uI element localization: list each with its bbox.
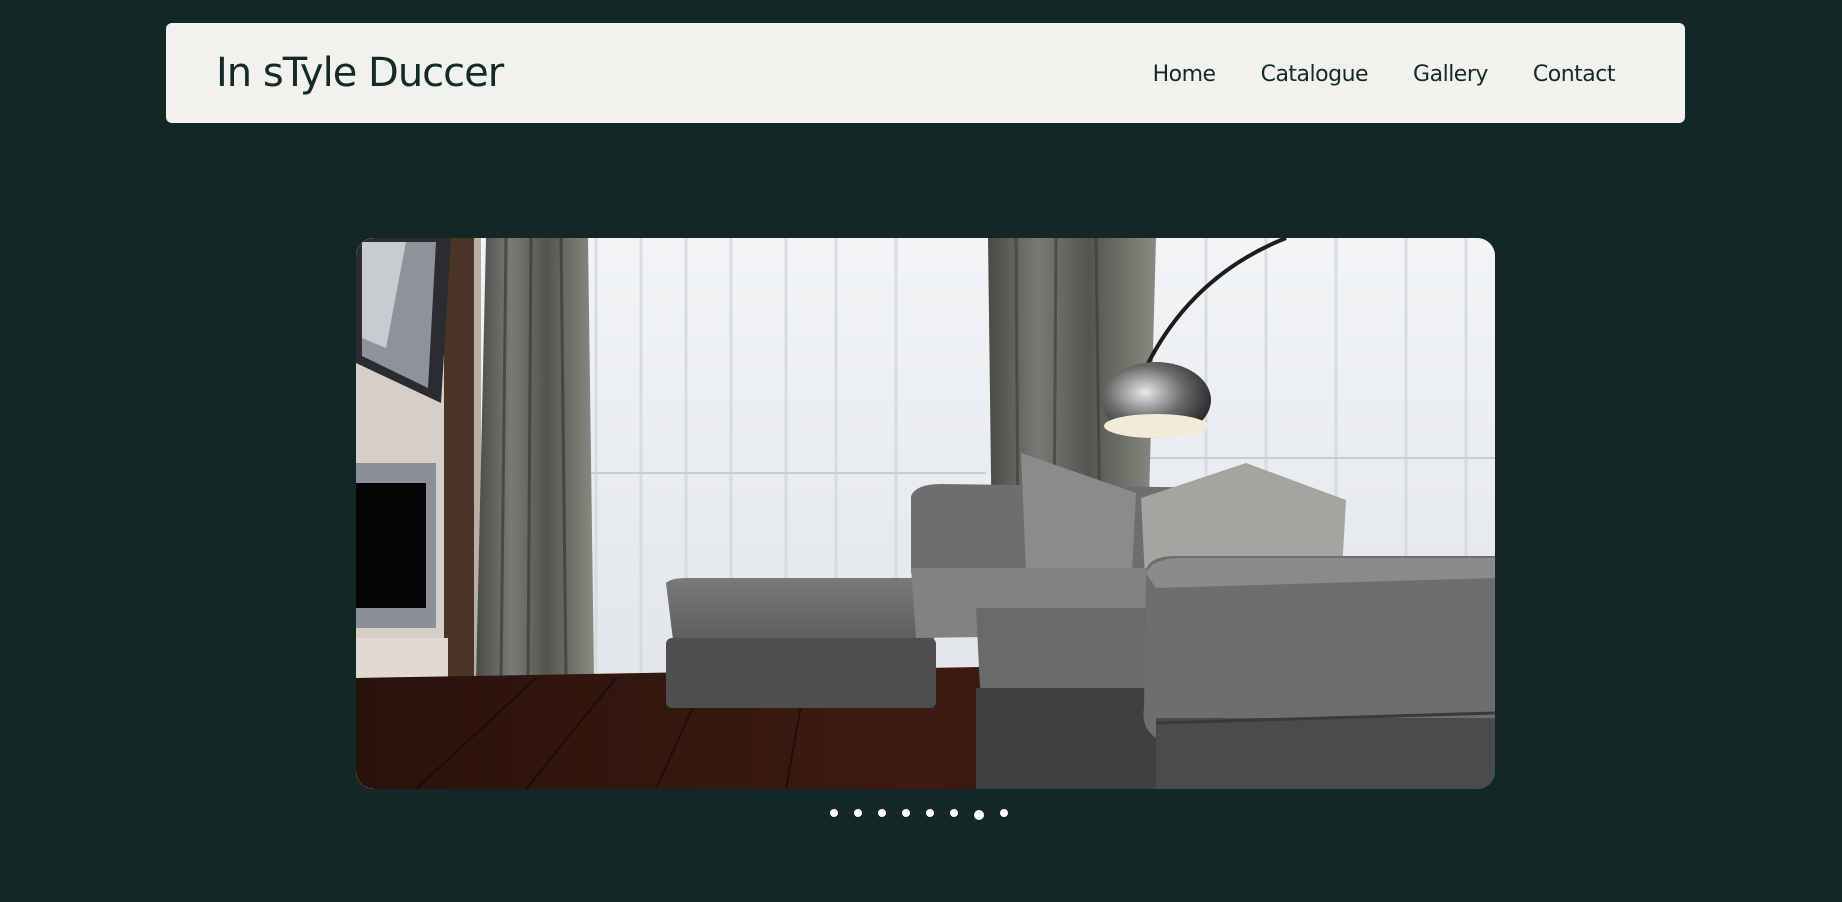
- slider-dot-1[interactable]: [830, 809, 838, 817]
- nav-link-gallery[interactable]: Gallery: [1413, 62, 1488, 87]
- image-slider[interactable]: [356, 238, 1495, 789]
- slider-dot-4[interactable]: [902, 809, 910, 817]
- slider-dot-3[interactable]: [878, 809, 886, 817]
- nav-link-home[interactable]: Home: [1153, 62, 1216, 87]
- slider-dot-2[interactable]: [854, 809, 862, 817]
- nav-link-contact[interactable]: Contact: [1533, 62, 1616, 87]
- nav-link-catalogue[interactable]: Catalogue: [1261, 62, 1369, 87]
- slider-pagination: [830, 806, 1008, 820]
- brand-logo-text[interactable]: In sTyle Duccer: [216, 50, 504, 96]
- site-header: In sTyle Duccer Home Catalogue Gallery C…: [166, 23, 1685, 123]
- slide-image-living-room: [356, 238, 1495, 789]
- slider-dot-7-active[interactable]: [974, 810, 984, 820]
- slider-dot-5[interactable]: [926, 809, 934, 817]
- main-nav: Home Catalogue Gallery Contact: [1153, 62, 1616, 87]
- slider-dot-8[interactable]: [1000, 809, 1008, 817]
- slider-dot-6[interactable]: [950, 809, 958, 817]
